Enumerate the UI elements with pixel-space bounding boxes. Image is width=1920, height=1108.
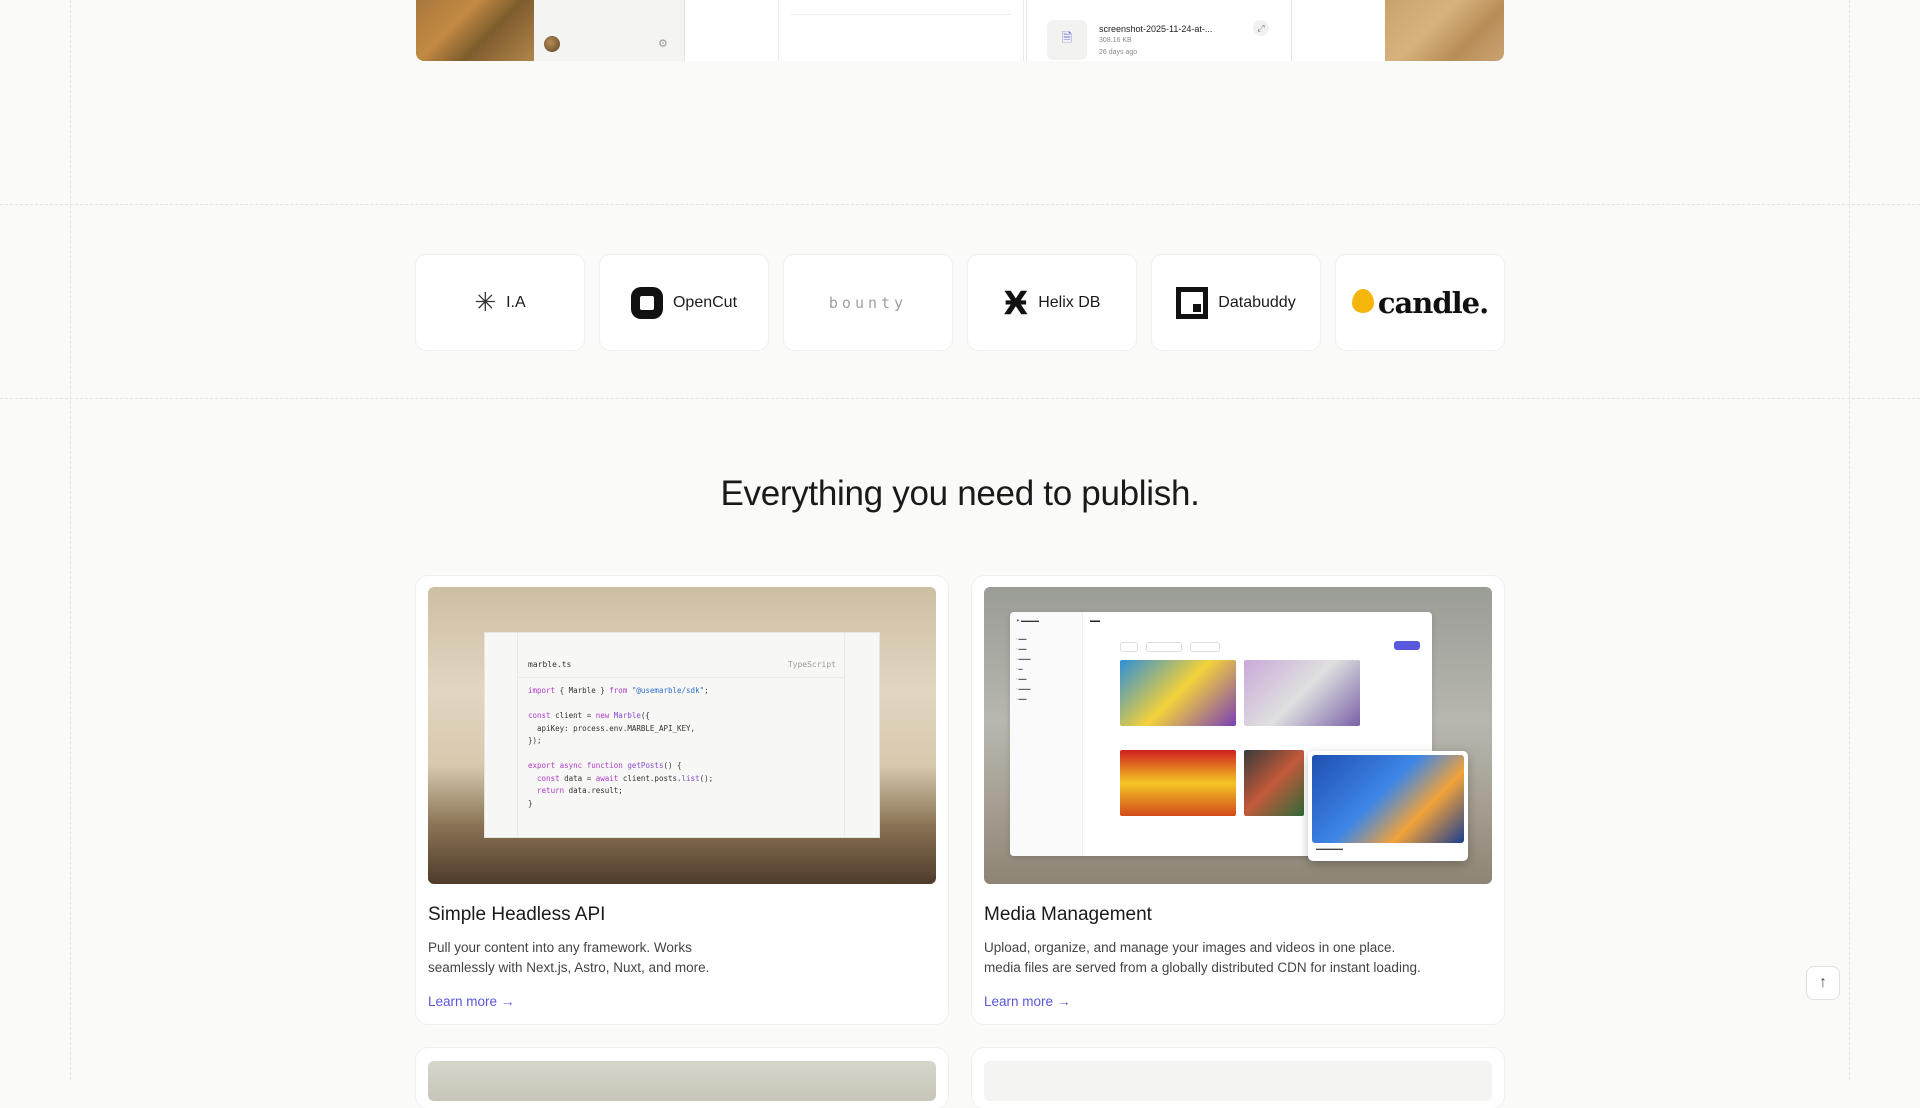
media-app-toolbar (1120, 642, 1420, 652)
logo-card-bounty: bounty (784, 255, 952, 350)
logo-card-databuddy: Databuddy (1152, 255, 1320, 350)
media-thumbnail (1244, 660, 1360, 726)
code-snippet: import { Marble } from "@usemarble/sdk";… (528, 686, 714, 808)
feature-card-headless-api: marble.ts TypeScript import { Marble } f… (416, 576, 948, 1024)
customer-logos: ✳ I.A OpenCut bounty Ӿ Helix DB Databudd… (416, 255, 1504, 350)
learn-more-link[interactable]: Learn more → (984, 994, 1071, 1009)
code-header: marble.ts TypeScript (518, 655, 844, 678)
logo-name: Databuddy (1218, 293, 1296, 311)
feature-title: Media Management (984, 904, 1152, 925)
file-card: 🗎 screenshot-2025-11-24-at-... 308.16 KB… (1043, 12, 1275, 61)
logo-name: OpenCut (672, 293, 738, 311)
feature-image (984, 1061, 1492, 1101)
logo-card-candle: candle. (1336, 255, 1504, 350)
preview-blank-panel (1294, 0, 1385, 61)
feature-description-line: Upload, organize, and manage your images… (984, 940, 1396, 955)
grid-guide-left (70, 0, 71, 1080)
hero-preview-strip: ⚙ 🗎 screenshot-2025-11-24-at-... 308.16 … (416, 0, 1504, 61)
preview-content-panel (778, 0, 1024, 61)
media-preview-image (1312, 755, 1464, 843)
media-preview-caption: ▬▬▬▬▬▬ (1316, 846, 1343, 851)
painting-thumbnail-right (1385, 0, 1504, 61)
bounty-wordmark: bounty (828, 293, 908, 312)
databuddy-logo-icon (1176, 286, 1209, 319)
grid-guide-right (1849, 0, 1850, 1080)
avatar (544, 36, 560, 52)
section-title: Everything you need to publish. (720, 474, 1200, 513)
candle-flame-icon (1351, 288, 1374, 313)
feature-description-line: seamlessly with Next.js, Astro, Nuxt, an… (428, 960, 710, 975)
arrow-right-icon: → (501, 994, 515, 1009)
feature-description-line: media files are served from a globally d… (984, 960, 1421, 975)
media-thumbnail (1120, 660, 1236, 726)
painting-thumbnail-left (416, 0, 534, 61)
preview-media-panel: 🗎 screenshot-2025-11-24-at-... 308.16 KB… (1026, 0, 1292, 61)
arrow-right-icon: → (1057, 994, 1071, 1009)
file-icon: 🗎 (1047, 20, 1087, 60)
expand-icon: ⤢ (1253, 20, 1269, 36)
settings-icon: ⚙ (658, 38, 668, 50)
preview-sidebar-panel (534, 0, 685, 61)
logo-card-helix: Ӿ Helix DB (968, 255, 1136, 350)
scroll-to-top-button[interactable]: ↑ (1806, 966, 1840, 1000)
logo-name: Helix DB (1038, 293, 1101, 311)
feature-description: Pull your content into any framework. Wo… (428, 938, 928, 978)
feature-image (428, 1061, 936, 1101)
code-window: marble.ts TypeScript import { Marble } f… (484, 632, 880, 838)
feature-image-code: marble.ts TypeScript import { Marble } f… (428, 587, 936, 884)
media-thumbnail (1120, 750, 1236, 816)
arrow-up-icon: ↑ (1819, 974, 1827, 991)
learn-more-label: Learn more (428, 994, 498, 1009)
logo-card-ia: ✳ I.A (416, 255, 584, 350)
media-preview-popover: ▬▬▬▬▬▬ (1308, 751, 1468, 861)
file-size: 308.16 KB (1099, 37, 1132, 44)
asterisk-icon: ✳ (474, 287, 497, 317)
opencut-logo-icon (630, 286, 663, 319)
grid-guide-h1 (0, 204, 1920, 205)
logo-name: candle. (1377, 285, 1489, 320)
logo-card-opencut: OpenCut (600, 255, 768, 350)
file-age: 26 days ago (1099, 49, 1138, 56)
logo-name: I.A (506, 293, 526, 311)
learn-more-link[interactable]: Learn more → (428, 994, 515, 1009)
media-app-brand: ✦ ▬▬▬▬ (1016, 618, 1040, 623)
media-app-upload-button (1394, 641, 1420, 650)
feature-image-media: ✦ ▬▬▬▬ ▫ ▬▬ ▫ ▬▬ ▫ ▬▬▬ ▫ ▬ ▫ ▬▬ ▫ ▬▬▬ ▫ ▬▬ ▬▬ … (984, 587, 1492, 884)
media-app-sidebar: ✦ ▬▬▬▬ ▫ ▬▬ ▫ ▬▬ ▫ ▬▬▬ ▫ ▬ ▫ ▬▬ ▫ ▬▬▬ ▫ ▬▬ (1010, 612, 1083, 856)
learn-more-label: Learn more (984, 994, 1054, 1009)
code-filename: marble.ts (528, 660, 572, 669)
media-app-nav: ▫ ▬▬ ▫ ▬▬ ▫ ▬▬▬ ▫ ▬ ▫ ▬▬ ▫ ▬▬▬ ▫ ▬▬ (1016, 636, 1031, 701)
feature-card-next-right (972, 1048, 1504, 1108)
feature-description-line: Pull your content into any framework. Wo… (428, 940, 692, 955)
feature-card-next-left (416, 1048, 948, 1108)
feature-description: Upload, organize, and manage your images… (984, 938, 1484, 978)
helix-logo-icon: Ӿ (1003, 283, 1029, 322)
media-thumbnail (1244, 750, 1304, 816)
code-language: TypeScript (787, 660, 836, 669)
feature-title: Simple Headless API (428, 904, 606, 925)
file-name: screenshot-2025-11-24-at-... (1099, 24, 1213, 34)
feature-card-media-management: ✦ ▬▬▬▬ ▫ ▬▬ ▫ ▬▬ ▫ ▬▬▬ ▫ ▬ ▫ ▬▬ ▫ ▬▬▬ ▫ ▬▬ ▬▬ … (972, 576, 1504, 1024)
media-app-title: ▬▬ (1090, 618, 1100, 624)
grid-guide-h2 (0, 398, 1920, 399)
